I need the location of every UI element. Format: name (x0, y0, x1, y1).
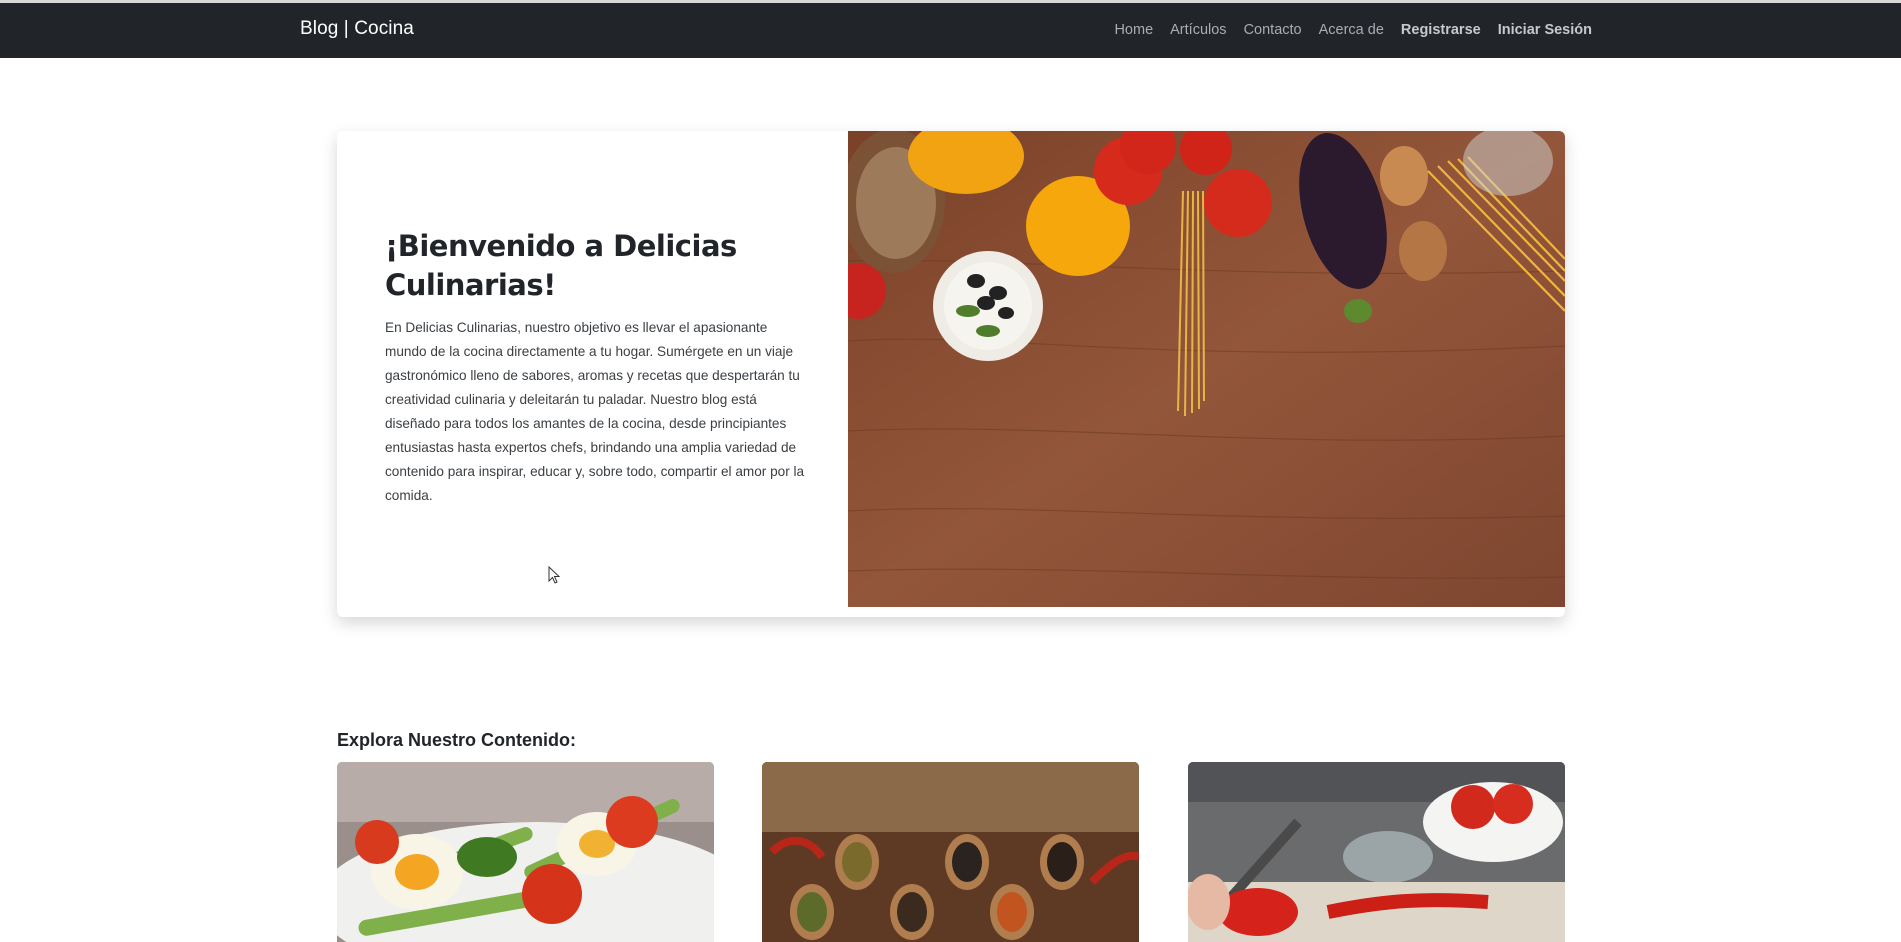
nav-link-acerca-de[interactable]: Acerca de (1319, 22, 1384, 38)
hero-card: ¡Bienvenido a Delicias Culinarias! En De… (337, 131, 1565, 617)
content-card-spices[interactable] (762, 762, 1139, 942)
nav-link-contacto[interactable]: Contacto (1244, 22, 1302, 38)
hero-image-vegetables-on-wood (848, 131, 1565, 607)
section-title-explora: Explora Nuestro Contenido: (337, 729, 577, 750)
login-link[interactable]: Iniciar Sesión (1498, 22, 1592, 38)
hero-text: ¡Bienvenido a Delicias Culinarias! En De… (385, 227, 805, 508)
hero-description: En Delicias Culinarias, nuestro objetivo… (385, 320, 805, 503)
register-link[interactable]: Registrarse (1401, 22, 1481, 38)
nav-links: Home Artículos Contacto Acerca de Regist… (1114, 22, 1592, 38)
navbar: Blog | Cocina Home Artículos Contacto Ac… (0, 3, 1901, 58)
hero-title: ¡Bienvenido a Delicias Culinarias! (385, 229, 737, 302)
mouse-cursor-icon (548, 565, 562, 591)
nav-link-home[interactable]: Home (1114, 22, 1153, 38)
chopping-image (1188, 762, 1565, 942)
content-card-salad[interactable] (337, 762, 714, 942)
nav-link-articulos[interactable]: Artículos (1170, 22, 1226, 38)
content-card-chopping-vegetables[interactable] (1188, 762, 1565, 942)
spices-image (762, 762, 1139, 942)
brand-logo[interactable]: Blog | Cocina (300, 18, 414, 40)
salad-image (337, 762, 714, 942)
